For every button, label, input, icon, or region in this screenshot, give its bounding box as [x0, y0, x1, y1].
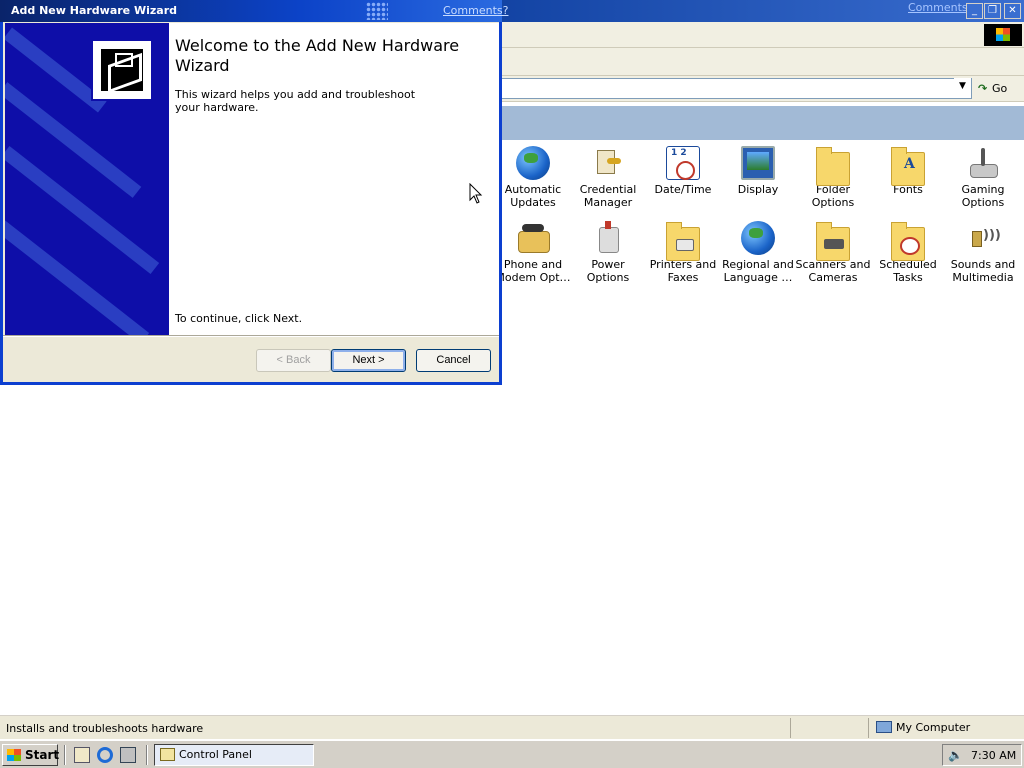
quick-launch-separator — [64, 745, 66, 765]
printer-folder-icon — [666, 222, 700, 261]
next-button[interactable]: Next > — [331, 349, 406, 372]
icon-label: Phone and Modem Opt… — [495, 258, 571, 284]
icon-display[interactable]: Display — [720, 146, 796, 196]
show-desktop-icon[interactable] — [74, 747, 90, 763]
icon-date-time[interactable]: Date/Time — [645, 146, 721, 196]
icon-label: Printers and Faxes — [649, 258, 717, 284]
wizard-comments-link[interactable]: Comments? — [443, 4, 508, 17]
control-panel-comments-link[interactable]: Comments? — [908, 1, 973, 14]
windows-flag-icon — [7, 749, 21, 761]
start-label: Start — [25, 748, 60, 762]
minimize-button[interactable]: _ — [966, 3, 983, 19]
icon-folder-options[interactable]: Folder Options — [795, 146, 871, 209]
folder-tools-icon — [816, 147, 850, 186]
hardware-icon — [91, 39, 153, 101]
telephone-icon — [516, 221, 550, 255]
icon-label: Sounds and Multimedia — [950, 258, 1016, 284]
close-button[interactable]: ✕ — [1004, 3, 1021, 19]
go-button[interactable]: ↷ Go — [978, 79, 1007, 99]
control-panel-icon — [160, 748, 175, 761]
icon-scanners-cameras[interactable]: Scanners and Cameras — [795, 221, 871, 284]
texture-decoration — [366, 2, 388, 20]
wizard-separator — [3, 335, 499, 337]
icon-label: Display — [737, 183, 779, 196]
wizard-body: Welcome to the Add New Hardware Wizard T… — [3, 22, 499, 382]
icon-scheduled-tasks[interactable]: Scheduled Tasks — [870, 221, 946, 284]
hardware-device-icon — [99, 47, 145, 93]
media-player-icon[interactable] — [120, 747, 136, 763]
icon-credential-manager[interactable]: Credential Manager — [570, 146, 646, 209]
back-button[interactable]: < Back — [256, 349, 331, 372]
control-panel-header-band — [500, 106, 1024, 140]
maximize-button[interactable]: ❐ — [984, 3, 1001, 19]
icon-fonts[interactable]: Fonts — [870, 146, 946, 196]
wizard-title: Add New Hardware Wizard — [11, 4, 178, 17]
wizard-content: Welcome to the Add New Hardware Wizard T… — [169, 23, 499, 335]
add-hardware-wizard-dialog: Add New Hardware Wizard Comments? Welcom… — [0, 0, 508, 385]
icon-regional-language[interactable]: Regional and Language … — [720, 221, 796, 284]
wizard-banner — [5, 23, 169, 335]
icon-label: Scheduled Tasks — [879, 258, 937, 284]
keys-icon — [591, 146, 625, 180]
icon-printers-faxes[interactable]: Printers and Faxes — [645, 221, 721, 284]
internet-explorer-icon[interactable] — [97, 747, 113, 763]
icon-label: Date/Time — [654, 183, 712, 196]
scanner-folder-icon — [816, 222, 850, 261]
wizard-heading: Welcome to the Add New Hardware Wizard — [175, 36, 460, 75]
monitor-icon — [741, 146, 775, 180]
speaker-icon — [966, 221, 1001, 255]
wizard-description: This wizard helps you add and troublesho… — [175, 88, 416, 114]
go-arrow-icon: ↷ — [978, 82, 988, 95]
icon-label: Power Options — [586, 258, 630, 284]
mouse-cursor-icon — [469, 183, 483, 204]
power-plug-icon — [591, 221, 625, 255]
icon-label: Folder Options — [811, 183, 855, 209]
address-dropdown-icon[interactable]: ▼ — [954, 78, 971, 95]
icon-label: Scanners and Cameras — [795, 258, 871, 284]
globe-icon — [741, 221, 775, 255]
icon-automatic-updates[interactable]: Automatic Updates — [495, 146, 571, 209]
icon-label: Gaming Options — [961, 183, 1005, 209]
globe-icon — [516, 146, 550, 180]
go-label: Go — [992, 82, 1008, 95]
taskbar-button-control-panel[interactable]: Control Panel — [154, 744, 314, 766]
wizard-continue-text: To continue, click Next. — [175, 312, 303, 325]
quick-launch-separator — [146, 745, 148, 765]
icon-power-options[interactable]: Power Options — [570, 221, 646, 284]
fonts-folder-icon — [891, 147, 925, 186]
joystick-icon — [966, 146, 1000, 180]
banner-streak — [5, 215, 150, 335]
taskbar-button-label: Control Panel — [179, 748, 252, 761]
icon-gaming-options[interactable]: Gaming Options — [945, 146, 1021, 209]
cancel-button[interactable]: Cancel — [416, 349, 491, 372]
icon-sounds-multimedia[interactable]: Sounds and Multimedia — [945, 221, 1021, 284]
icon-phone-modem[interactable]: Phone and Modem Opt… — [495, 221, 571, 284]
icon-label: Regional and Language … — [722, 258, 794, 284]
start-button[interactable]: Start — [2, 744, 60, 766]
windows-logo-icon — [984, 24, 1022, 46]
icon-label: Credential Manager — [579, 183, 637, 209]
watermark-logo — [776, 722, 1016, 762]
status-text: Installs and troubleshoots hardware — [6, 722, 204, 735]
icon-label: Automatic Updates — [504, 183, 562, 209]
calendar-clock-icon — [666, 146, 700, 180]
wizard-title-bar[interactable]: Add New Hardware Wizard Comments? — [0, 0, 508, 22]
tasks-folder-icon — [891, 222, 925, 261]
